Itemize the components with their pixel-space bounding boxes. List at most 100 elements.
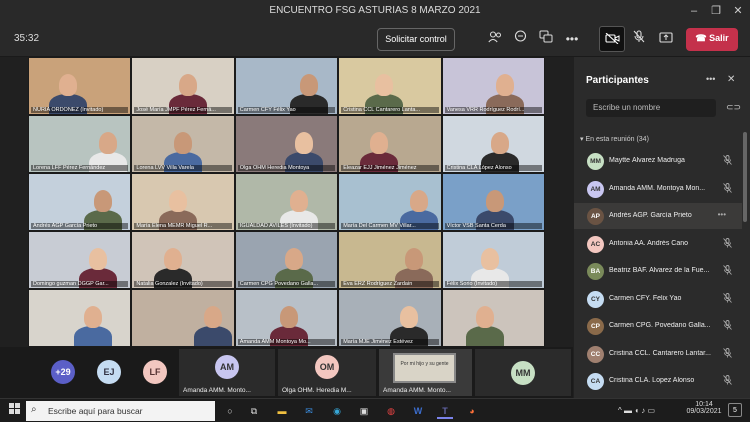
firefox-icon[interactable]: ◕ — [464, 403, 480, 419]
mic-off-icon — [723, 265, 732, 277]
video-tile[interactable] — [28, 289, 132, 347]
leave-button[interactable]: ☎ Salir — [686, 28, 738, 51]
reactions-icon[interactable] — [535, 28, 557, 50]
participant-row[interactable]: AP Andrés AGP. García Prieto ••• — [574, 203, 742, 229]
close-icon[interactable]: ✕ — [724, 0, 750, 22]
video-tile-label: Carmen CFY Félix Yao — [237, 107, 336, 113]
chat-icon[interactable] — [509, 28, 531, 50]
avatar[interactable]: EJ — [97, 360, 121, 384]
mic-off-icon — [723, 182, 732, 195]
taskbar-search[interactable]: Escribe aquí para buscar — [26, 401, 215, 421]
mic-off-icon — [723, 375, 732, 387]
video-tile[interactable]: Eva ERZ Rodríguez Zardain — [338, 231, 442, 289]
strip-tile-label: Amanda AMM. Monto... — [183, 387, 251, 394]
participant-strip: +29 EJ LF AM Amanda AMM. Monto... OM Olg… — [0, 347, 573, 398]
participant-row[interactable]: CA Cristina CLA. Lopez Alonso — [574, 368, 742, 394]
video-tile[interactable]: Olga OHM Heredia Montoya — [234, 115, 339, 173]
video-tile[interactable]: Félix Sorio (Invitado) — [441, 231, 545, 289]
cortana-icon[interactable]: ○ — [222, 403, 238, 419]
participant-row[interactable]: CY Carmen CFY. Felix Yao — [574, 286, 742, 312]
strip-tile[interactable]: AM Amanda AMM. Monto... — [179, 349, 275, 396]
avatar: AM — [587, 180, 604, 198]
teams-icon[interactable]: T — [437, 403, 453, 419]
participant-row[interactable]: AM Amanda AMM. Montoya Mon... — [574, 176, 742, 202]
overflow-count[interactable]: +29 — [51, 360, 75, 384]
video-tile[interactable]: María Del Carmen MV Villar... — [338, 173, 442, 231]
more-icon[interactable]: ••• — [706, 74, 715, 84]
video-tile[interactable]: Amanda AMM Montoya Mo... — [234, 289, 339, 347]
notification-icon[interactable]: 5 — [728, 403, 742, 417]
participant-row[interactable]: CP Carmen CPG. Povedano Galla... — [574, 313, 742, 339]
participant-row[interactable]: CC Cristina CCL. Cantarero Lantar... — [574, 341, 742, 367]
scrollbar[interactable] — [743, 132, 747, 222]
participant-head — [59, 74, 77, 96]
video-tile[interactable]: Eleazar EJJ Jiménez Jiménez — [338, 115, 442, 173]
video-tile[interactable]: Cristina CLA López Alonso — [441, 115, 545, 173]
video-tile[interactable]: Vanesa VRR Rodríguez Rodrí... — [441, 57, 545, 115]
avatar: CA — [587, 373, 604, 390]
participant-row[interactable]: MM Maytte Álvarez Madruga — [574, 148, 742, 174]
mic-off-icon[interactable] — [628, 28, 650, 50]
close-icon[interactable]: ✕ — [727, 74, 735, 85]
windows-start-icon[interactable] — [6, 403, 22, 419]
video-tile[interactable] — [131, 289, 235, 347]
system-tray-icons[interactable]: ^ ▬ ◖ ♪ ▭ — [618, 406, 655, 415]
video-tile[interactable]: José María JMPF Pérez Ferná... — [131, 57, 235, 115]
video-tile[interactable]: Domingo guzman DGGP Gar... — [28, 231, 132, 289]
participant-head — [204, 306, 223, 328]
participant-head — [475, 306, 494, 328]
video-tile-label: Vanesa VRR Rodríguez Rodrí... — [444, 107, 542, 113]
video-tile-label: Olga OHM Heredia Montoya — [237, 165, 336, 171]
video-tile-label: Eva ERZ Rodríguez Zardain — [341, 281, 439, 287]
participant-row[interactable]: AC Antonia AA. Andrés Cano — [574, 231, 742, 257]
video-tile[interactable]: Carmen CFY Félix Yao — [234, 57, 339, 115]
more-icon[interactable]: ••• — [561, 28, 583, 50]
participant-head — [99, 132, 117, 154]
strip-tile[interactable]: OM Olga OHM. Heredia M... — [278, 349, 376, 396]
video-tile[interactable]: Natalia Gonzalez (Invitado) — [131, 231, 235, 289]
strip-tile[interactable]: MM — [475, 349, 571, 396]
avatar[interactable]: LF — [143, 360, 167, 384]
word-icon[interactable]: W — [410, 403, 426, 419]
video-tile[interactable]: Lorena LVV Villa Varela — [131, 115, 235, 173]
video-tile-label: José María JMPF Pérez Ferná... — [134, 107, 232, 113]
meeting-toolbar: 35:32 Solicitar control ••• ☎ Salir — [0, 22, 750, 57]
clock[interactable]: 10:14 09/03/2021 — [684, 401, 724, 415]
video-tile[interactable]: María Elena MEMR Miguel R... — [131, 173, 235, 231]
strip-tile[interactable]: Por mi hijo y su gente Amanda AMM. Monto… — [379, 349, 472, 396]
video-tile[interactable]: Cristina CCL Cantarero Lanta... — [338, 57, 442, 115]
chrome-icon[interactable]: ◍ — [383, 403, 399, 419]
participant-head — [490, 132, 509, 154]
video-tile[interactable] — [441, 289, 545, 347]
avatar: MM — [587, 153, 604, 170]
participant-head — [400, 306, 419, 328]
video-tile[interactable]: NURIA ORDOÑEZ (Invitado) — [28, 57, 132, 115]
video-tile[interactable]: María MJE Jiménez Estévez — [338, 289, 442, 347]
edge-icon[interactable]: ◉ — [329, 403, 345, 419]
video-tile-label: Félix Sorio (Invitado) — [444, 281, 542, 287]
video-tile-label: Carmen CPG Povedano Galla... — [237, 281, 336, 287]
more-icon[interactable]: ••• — [718, 210, 726, 219]
participants-icon[interactable] — [484, 28, 506, 50]
camera-off-icon[interactable] — [599, 26, 625, 52]
search-input[interactable]: Escribe un nombre — [586, 99, 716, 117]
video-tile-label: Domingo guzman DGGP Gar... — [31, 281, 129, 287]
participant-row[interactable]: BA Beatriz BAF. Alvarez de la Fue... — [574, 258, 742, 284]
file-explorer-icon[interactable]: ▬ — [274, 403, 290, 419]
store-icon[interactable]: ▣ — [356, 403, 372, 419]
video-tile[interactable]: Lorena LFF Pérez Fernández — [28, 115, 132, 173]
mic-off-icon — [723, 347, 732, 360]
participant-head — [375, 74, 394, 96]
link-icon[interactable]: ⊂⊃ — [726, 102, 741, 113]
section-header[interactable]: ▾ En esta reunión (34) — [580, 135, 649, 143]
video-tile[interactable]: Andrés AGP García Prieto — [28, 173, 132, 231]
video-tile[interactable]: Carmen CPG Povedano Galla... — [234, 231, 339, 289]
video-tile[interactable]: IGUALDAD AVILES (Invitado) — [234, 173, 339, 231]
participant-name: Carmen CPG. Povedano Galla... — [609, 322, 711, 329]
request-control-button[interactable]: Solicitar control — [377, 28, 455, 51]
mail-icon[interactable]: ✉ — [301, 403, 317, 419]
task-view-icon[interactable]: ⧉ — [246, 403, 262, 419]
participant-head — [495, 74, 514, 96]
video-tile[interactable]: Víctor VSB Santa Cerda — [441, 173, 545, 231]
share-icon[interactable] — [655, 28, 677, 50]
